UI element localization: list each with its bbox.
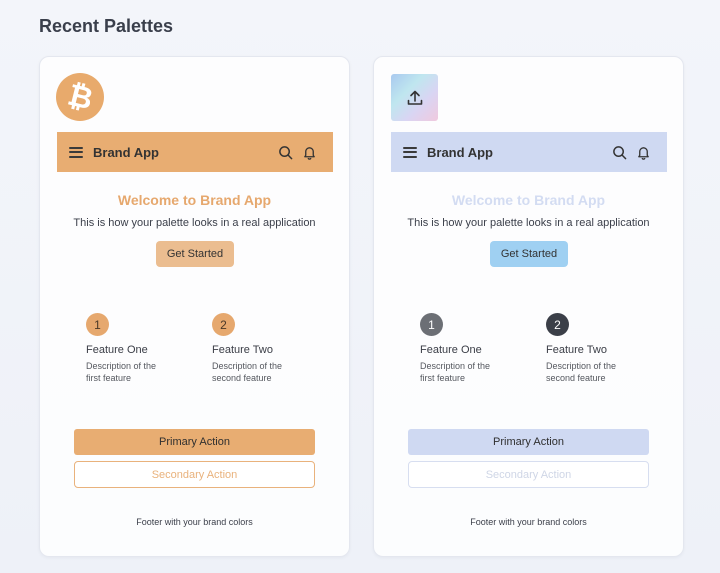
feature-number-badge: 2 — [212, 313, 235, 336]
feature-description-line: Description of the — [86, 361, 157, 371]
welcome-subtitle: This is how your palette looks in a real… — [73, 217, 316, 229]
app-bar: Brand App — [57, 132, 333, 172]
feature-description-line: Description of the — [212, 361, 283, 371]
get-started-button[interactable]: Get Started — [490, 241, 568, 267]
welcome-subtitle: This is how your palette looks in a real… — [407, 217, 650, 229]
feature-item: 2 Feature Two Description of the second … — [212, 313, 322, 384]
feature-description: Description of the first feature — [420, 360, 530, 384]
feature-description: Description of the second feature — [212, 360, 322, 384]
bell-icon[interactable] — [297, 140, 321, 164]
feature-title: Feature One — [420, 344, 482, 356]
feature-title: Feature One — [86, 344, 148, 356]
feature-description: Description of the first feature — [86, 360, 196, 384]
bell-icon[interactable] — [631, 140, 655, 164]
hamburger-menu-icon[interactable] — [69, 146, 83, 158]
welcome-heading: Welcome to Brand App — [117, 192, 272, 208]
feature-title: Feature Two — [212, 344, 273, 356]
primary-action-button[interactable]: Primary Action — [408, 429, 649, 455]
feature-description-line: second feature — [212, 373, 272, 383]
feature-description-line: first feature — [420, 373, 466, 383]
hamburger-menu-icon[interactable] — [403, 146, 417, 158]
feature-item: 2 Feature Two Description of the second … — [546, 313, 656, 384]
primary-action-button[interactable]: Primary Action — [74, 429, 315, 455]
feature-description-line: second feature — [546, 373, 606, 383]
search-icon[interactable] — [273, 140, 297, 164]
feature-description-line: Description of the — [546, 361, 617, 371]
get-started-button[interactable]: Get Started — [156, 241, 234, 267]
bitcoin-icon: ₿ — [56, 73, 104, 121]
feature-number-badge: 2 — [546, 313, 569, 336]
feature-description: Description of the second feature — [546, 360, 656, 384]
feature-description-line: Description of the — [420, 361, 491, 371]
footer-text: Footer with your brand colors — [136, 517, 253, 527]
feature-item: 1 Feature One Description of the first f… — [420, 313, 530, 384]
secondary-action-button[interactable]: Secondary Action — [408, 461, 649, 488]
app-brand-name: Brand App — [427, 144, 493, 160]
palette-card-1[interactable]: ₿ Brand App Welcome to Brand App This is… — [39, 56, 350, 557]
upload-icon[interactable] — [391, 74, 438, 121]
palette-card-2[interactable]: Brand App Welcome to Brand App This is h… — [373, 56, 684, 557]
app-bar: Brand App — [391, 132, 667, 172]
feature-number-badge: 1 — [86, 313, 109, 336]
app-brand-name: Brand App — [93, 144, 159, 160]
feature-number-badge: 1 — [420, 313, 443, 336]
secondary-action-button[interactable]: Secondary Action — [74, 461, 315, 488]
welcome-heading: Welcome to Brand App — [451, 192, 606, 208]
search-icon[interactable] — [607, 140, 631, 164]
feature-description-line: first feature — [86, 373, 132, 383]
feature-item: 1 Feature One Description of the first f… — [86, 313, 196, 384]
feature-title: Feature Two — [546, 344, 607, 356]
page-title: Recent Palettes — [39, 16, 174, 36]
footer-text: Footer with your brand colors — [470, 517, 587, 527]
